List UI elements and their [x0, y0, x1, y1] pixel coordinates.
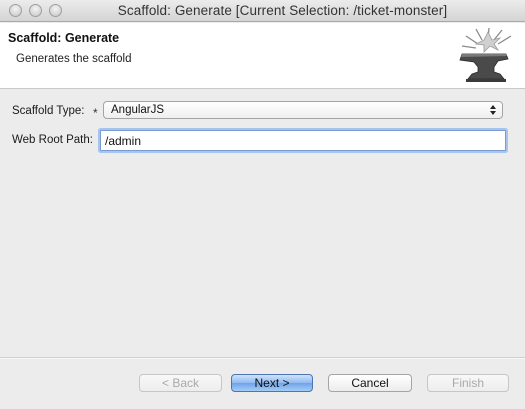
wizard-banner: Scaffold: Generate Generates the scaffol…: [0, 23, 525, 89]
cancel-button[interactable]: Cancel: [328, 374, 412, 392]
web-root-path-label: Web Root Path:: [12, 134, 93, 146]
page-title: Scaffold: Generate: [8, 31, 120, 45]
window-title: Scaffold: Generate [Current Selection: /…: [117, 3, 448, 18]
web-root-path-input[interactable]: [100, 130, 506, 151]
page-description: Generates the scaffold: [16, 53, 132, 65]
wizard-window: Scaffold: Generate [Current Selection: /…: [0, 0, 525, 409]
scaffold-type-selected-value: AngularJS: [111, 104, 165, 116]
updown-arrows-icon: [490, 105, 496, 115]
required-marker: *: [93, 106, 98, 120]
next-button[interactable]: Next >: [231, 374, 313, 392]
back-button[interactable]: < Back: [139, 374, 222, 392]
scaffold-type-label: Scaffold Type:: [12, 105, 85, 117]
scaffold-type-select[interactable]: AngularJS: [103, 101, 503, 119]
title-bar[interactable]: Scaffold: Generate [Current Selection: /…: [0, 0, 525, 22]
footer-divider-highlight: [0, 358, 525, 359]
finish-button[interactable]: Finish: [427, 374, 509, 392]
anvil-icon: [459, 27, 512, 82]
